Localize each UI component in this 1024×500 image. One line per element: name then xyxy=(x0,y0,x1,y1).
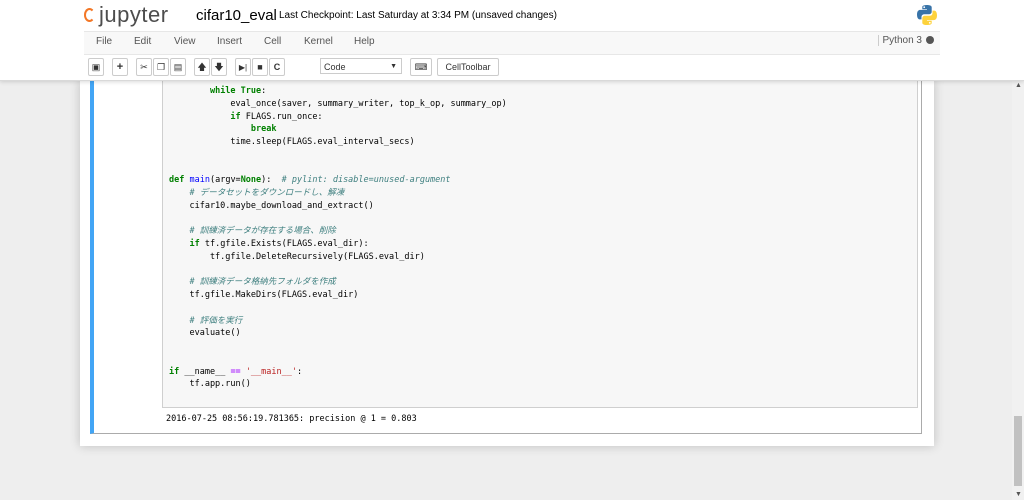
page-scrollbar[interactable]: ▲ ▼ xyxy=(1012,80,1024,500)
copy-button[interactable]: ❐ xyxy=(153,58,169,76)
arrow-down-icon: 🡇 xyxy=(214,62,224,72)
cell-output: 2016-07-25 08:56:19.781365: precision @ … xyxy=(166,414,417,424)
move-up-button[interactable]: 🡅 xyxy=(194,58,210,76)
scroll-down-icon[interactable]: ▼ xyxy=(1015,491,1022,498)
menu-kernel[interactable]: Kernel xyxy=(304,36,333,47)
scroll-up-icon[interactable]: ▲ xyxy=(1015,82,1022,89)
arrow-up-icon: 🡅 xyxy=(197,62,207,72)
keyboard-icon: ⌨ xyxy=(414,62,428,72)
celltoolbar-button[interactable]: CellToolbar xyxy=(437,58,499,76)
notebook-name[interactable]: cifar10_eval xyxy=(196,7,277,24)
menu-help[interactable]: Help xyxy=(354,36,375,47)
notebook-container: while True: eval_once(saver, summary_wri… xyxy=(80,80,934,446)
save-icon: ▣ xyxy=(91,62,101,72)
caret-down-icon: ▼ xyxy=(390,63,397,70)
kernel-status-icon xyxy=(926,36,934,44)
menu-insert[interactable]: Insert xyxy=(217,36,242,47)
code-editor[interactable]: while True: eval_once(saver, summary_wri… xyxy=(162,80,918,408)
plus-icon: + xyxy=(116,61,124,73)
command-palette-button[interactable]: ⌨ xyxy=(410,58,432,76)
interrupt-button[interactable]: ■ xyxy=(252,58,268,76)
cut-button[interactable]: ✂ xyxy=(136,58,152,76)
menu-file[interactable]: File xyxy=(96,36,112,47)
stop-icon: ■ xyxy=(257,62,263,72)
save-button[interactable]: ▣ xyxy=(88,58,104,76)
code-cell-selected[interactable]: while True: eval_once(saver, summary_wri… xyxy=(90,80,922,434)
menubar: File Edit View Insert Cell Kernel Help P… xyxy=(84,31,940,55)
python-logo-icon xyxy=(917,5,937,25)
cell-type-select[interactable]: Code ▼ xyxy=(320,58,402,74)
restart-button[interactable]: C xyxy=(269,58,285,76)
jupyter-logo[interactable]: jupyter xyxy=(84,2,169,28)
cell-type-value: Code xyxy=(324,62,346,72)
paste-icon: ▤ xyxy=(173,62,183,72)
run-button[interactable]: ▶| xyxy=(235,58,251,76)
copy-icon: ❐ xyxy=(156,62,166,72)
scissors-icon: ✂ xyxy=(140,62,148,72)
step-forward-icon: ▶| xyxy=(238,63,248,72)
code-text: while True: eval_once(saver, summary_wri… xyxy=(169,86,507,390)
jupyter-logo-icon xyxy=(84,8,95,22)
paste-button[interactable]: ▤ xyxy=(170,58,186,76)
menu-edit[interactable]: Edit xyxy=(134,36,151,47)
menu-view[interactable]: View xyxy=(174,36,196,47)
insert-cell-button[interactable]: + xyxy=(112,58,128,76)
notebook-header: jupyter cifar10_eval Last Checkpoint: La… xyxy=(0,0,1024,81)
kernel-name: Python 3 xyxy=(882,35,922,46)
restart-icon: C xyxy=(273,62,281,72)
jupyter-logo-text: jupyter xyxy=(99,2,169,27)
scrollbar-thumb[interactable] xyxy=(1014,416,1022,486)
kernel-indicator: Python 3 xyxy=(877,35,934,46)
move-down-button[interactable]: 🡇 xyxy=(211,58,227,76)
checkpoint-status: Last Checkpoint: Last Saturday at 3:34 P… xyxy=(279,10,557,21)
menu-cell[interactable]: Cell xyxy=(264,36,281,47)
